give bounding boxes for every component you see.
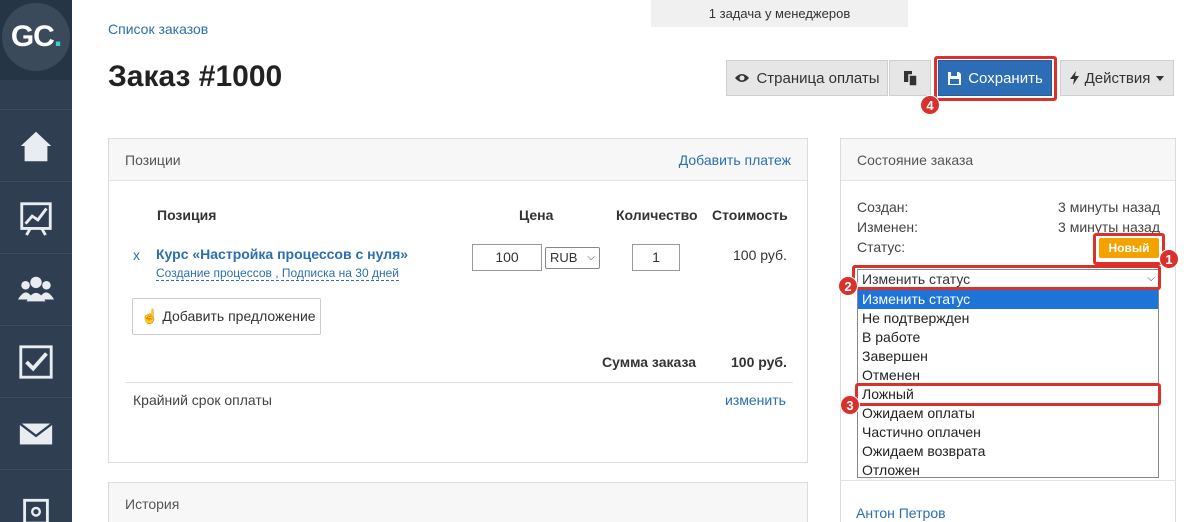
sidebar-item-users[interactable] [0, 253, 72, 325]
false-option-highlight [855, 383, 1161, 406]
actions-dropdown-button[interactable]: Действия [1060, 60, 1174, 96]
copy-button[interactable] [889, 60, 931, 96]
status-option[interactable]: Завершен [858, 347, 1158, 366]
payment-deadline-label: Крайний срок оплаты [133, 392, 272, 408]
column-cost-header: Стоимость [712, 207, 788, 223]
status-select-highlight [852, 265, 1161, 290]
logo-mark: GC. [2, 3, 70, 71]
divider [840, 480, 1176, 481]
status-option[interactable]: Изменить статус [858, 290, 1158, 309]
callout-2: 2 [838, 276, 858, 296]
row-cost: 100 руб. [733, 247, 787, 263]
status-label: Статус: [857, 239, 906, 255]
column-qty-header: Количество [616, 207, 698, 223]
sidebar-item-tasks[interactable] [0, 325, 72, 397]
add-offer-button[interactable]: ☝ Добавить предложение [132, 298, 321, 335]
course-offer-link[interactable]: Создание процессов , Подписка на 30 дней [156, 266, 399, 281]
breadcrumb-orders-link[interactable]: Список заказов [108, 21, 208, 37]
settings-icon [23, 498, 49, 522]
payment-page-button[interactable]: Страница оплаты [726, 60, 888, 96]
logo[interactable]: GC. [0, 0, 72, 80]
history-header: История [109, 483, 807, 522]
sidebar-item-analytics[interactable] [0, 181, 72, 253]
status-option[interactable]: В работе [858, 328, 1158, 347]
sidebar-item-settings[interactable] [0, 469, 72, 522]
currency-select[interactable]: RUB ⌵ [545, 247, 600, 269]
history-panel: История [108, 482, 808, 522]
add-payment-link[interactable]: Добавить платеж [679, 139, 791, 181]
payment-page-label: Страница оплаты [756, 69, 880, 87]
manager-name-link[interactable]: Антон Петров [856, 505, 946, 521]
status-option[interactable]: Отложен [858, 461, 1158, 480]
manager-tasks-notice[interactable]: 1 задача у менеджеров [651, 0, 908, 27]
page: GC. 1 задача у менеджеров Список заказов… [0, 0, 1200, 522]
mail-icon [19, 422, 53, 444]
callout-4: 4 [920, 95, 940, 115]
bolt-icon [1069, 71, 1079, 85]
sidebar-item-mail[interactable] [0, 397, 72, 469]
positions-title: Позиции [125, 152, 181, 168]
column-price-header: Цена [519, 207, 554, 223]
positions-header: Позиции Добавить платеж [109, 139, 807, 181]
sidebar: GC. [0, 0, 72, 522]
history-title: История [125, 496, 180, 512]
quantity-input[interactable]: 1 [632, 244, 680, 271]
eye-icon [735, 74, 750, 82]
save-highlight [934, 56, 1057, 101]
created-label: Создан: [857, 199, 909, 215]
tasks-icon [19, 344, 53, 379]
copy-icon [903, 71, 918, 86]
column-item-header: Позиция [157, 207, 217, 223]
chart-icon [20, 201, 52, 236]
callout-3: 3 [840, 395, 860, 415]
order-state-header: Состояние заказа [841, 139, 1175, 181]
callout-1: 1 [1159, 249, 1179, 269]
actions-label: Действия [1084, 69, 1151, 87]
status-option[interactable]: Ожидаем оплаты [858, 404, 1158, 423]
caret-down-icon [1156, 75, 1165, 81]
divider [125, 382, 793, 383]
status-badge-highlight [1093, 233, 1165, 265]
status-option[interactable]: Частично оплачен [858, 423, 1158, 442]
positions-panel: Позиции Добавить платеж Позиция Цена Кол… [108, 138, 808, 463]
changed-label: Изменен: [857, 219, 919, 235]
currency-value: RUB [550, 250, 578, 265]
remove-position-button[interactable]: x [133, 247, 140, 263]
users-icon [17, 276, 55, 301]
order-sum-value: 100 руб. [731, 354, 787, 370]
course-title-link[interactable]: Курс «Настройка процессов с нуля» [156, 246, 408, 262]
sidebar-item-home[interactable] [0, 109, 72, 181]
change-deadline-link[interactable]: изменить [725, 392, 786, 408]
page-title: Заказ #1000 [108, 60, 283, 93]
status-option[interactable]: Ожидаем возврата [858, 442, 1158, 461]
price-input[interactable]: 100 [472, 244, 542, 271]
order-sum-label: Сумма заказа [602, 354, 697, 370]
status-option[interactable]: Не подтвержден [858, 309, 1158, 328]
created-value: 3 минуты назад [1058, 199, 1160, 215]
chevron-down-icon: ⌵ [587, 252, 595, 263]
home-icon [20, 131, 52, 161]
order-state-title: Состояние заказа [857, 152, 974, 168]
pointer-hand-icon: ☝ [141, 308, 159, 324]
add-offer-label: Добавить предложение [162, 308, 316, 324]
